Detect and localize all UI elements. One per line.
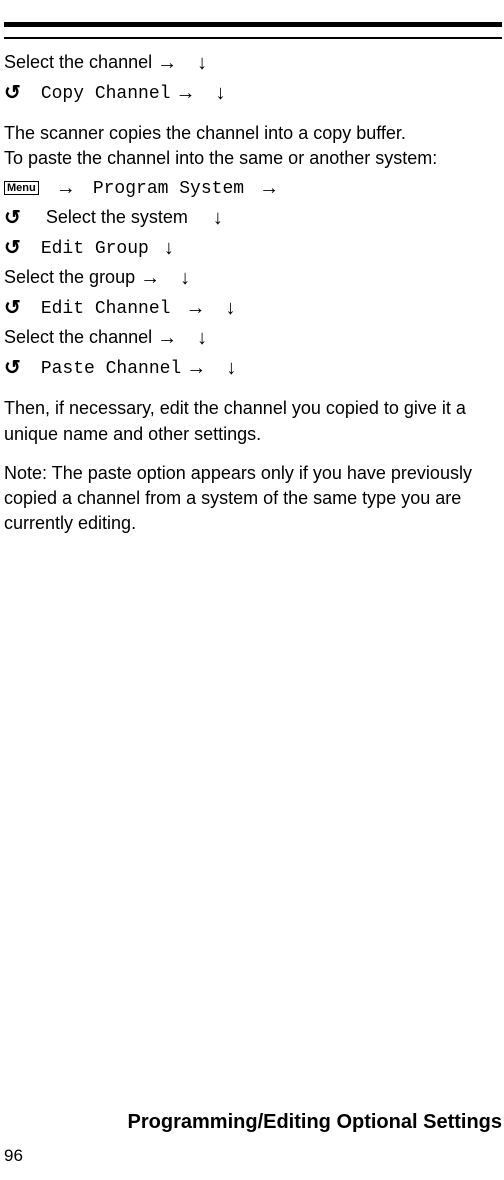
arrow-down-icon (197, 49, 207, 77)
arrow-right-icon (175, 79, 195, 107)
arrow-right-icon (140, 264, 160, 292)
arrow-right-icon (54, 174, 78, 202)
text: Select the group (4, 267, 140, 287)
arrow-down-icon (226, 294, 236, 322)
menu-text: Edit Channel (41, 299, 171, 319)
menu-text: Paste Channel (41, 359, 181, 379)
arrow-right-icon (259, 174, 279, 202)
line-edit-channel: Edit Channel (4, 294, 502, 322)
section-footer-title: Programming/Editing Optional Settings (4, 1111, 502, 1134)
line-select-channel-2: Select the channel (4, 324, 502, 352)
rotate-icon (4, 79, 21, 107)
line-paste-channel: Paste Channel (4, 354, 502, 382)
rotate-icon (4, 234, 21, 262)
rotate-icon (4, 354, 21, 382)
rotate-icon (4, 204, 21, 232)
rotate-icon (4, 294, 21, 322)
text: Select the channel (4, 52, 157, 72)
paragraph-edit-channel: Then, if necessary, edit the channel you… (4, 396, 502, 446)
arrow-down-icon (226, 354, 236, 382)
horizontal-rule-thick (4, 22, 502, 27)
arrow-right-icon (186, 354, 206, 382)
arrow-right-icon (157, 324, 177, 352)
arrow-down-icon (197, 324, 207, 352)
arrow-right-icon (157, 49, 177, 77)
horizontal-rule-thin (4, 37, 502, 39)
document-page: Select the channel Copy Channel The scan… (0, 0, 504, 1180)
line-edit-group: Edit Group (4, 234, 502, 262)
arrow-down-icon (164, 234, 174, 262)
line-menu-program-system: Menu Program System (4, 174, 502, 202)
arrow-down-icon (180, 264, 190, 292)
text-line: To paste the channel into the same or an… (4, 146, 502, 171)
arrow-down-icon (216, 79, 226, 107)
line-select-channel: Select the channel (4, 49, 502, 77)
line-select-group: Select the group (4, 264, 502, 292)
line-copy-channel: Copy Channel (4, 79, 502, 107)
body-text: Select the channel Copy Channel The scan… (4, 49, 502, 536)
text: Select the channel (4, 327, 157, 347)
arrow-down-icon (213, 204, 223, 232)
arrow-right-icon (185, 294, 205, 322)
text: Select the system (46, 207, 188, 227)
menu-text: Program System (93, 179, 244, 199)
page-number: 96 (4, 1146, 23, 1166)
menu-text: Copy Channel (41, 84, 171, 104)
line-select-system: Select the system (4, 204, 502, 232)
text-line: The scanner copies the channel into a co… (4, 121, 502, 146)
menu-text: Edit Group (41, 239, 149, 259)
paragraph-note: Note: The paste option appears only if y… (4, 461, 502, 537)
menu-button-icon: Menu (4, 181, 39, 195)
paragraph-copy-buffer: The scanner copies the channel into a co… (4, 121, 502, 171)
